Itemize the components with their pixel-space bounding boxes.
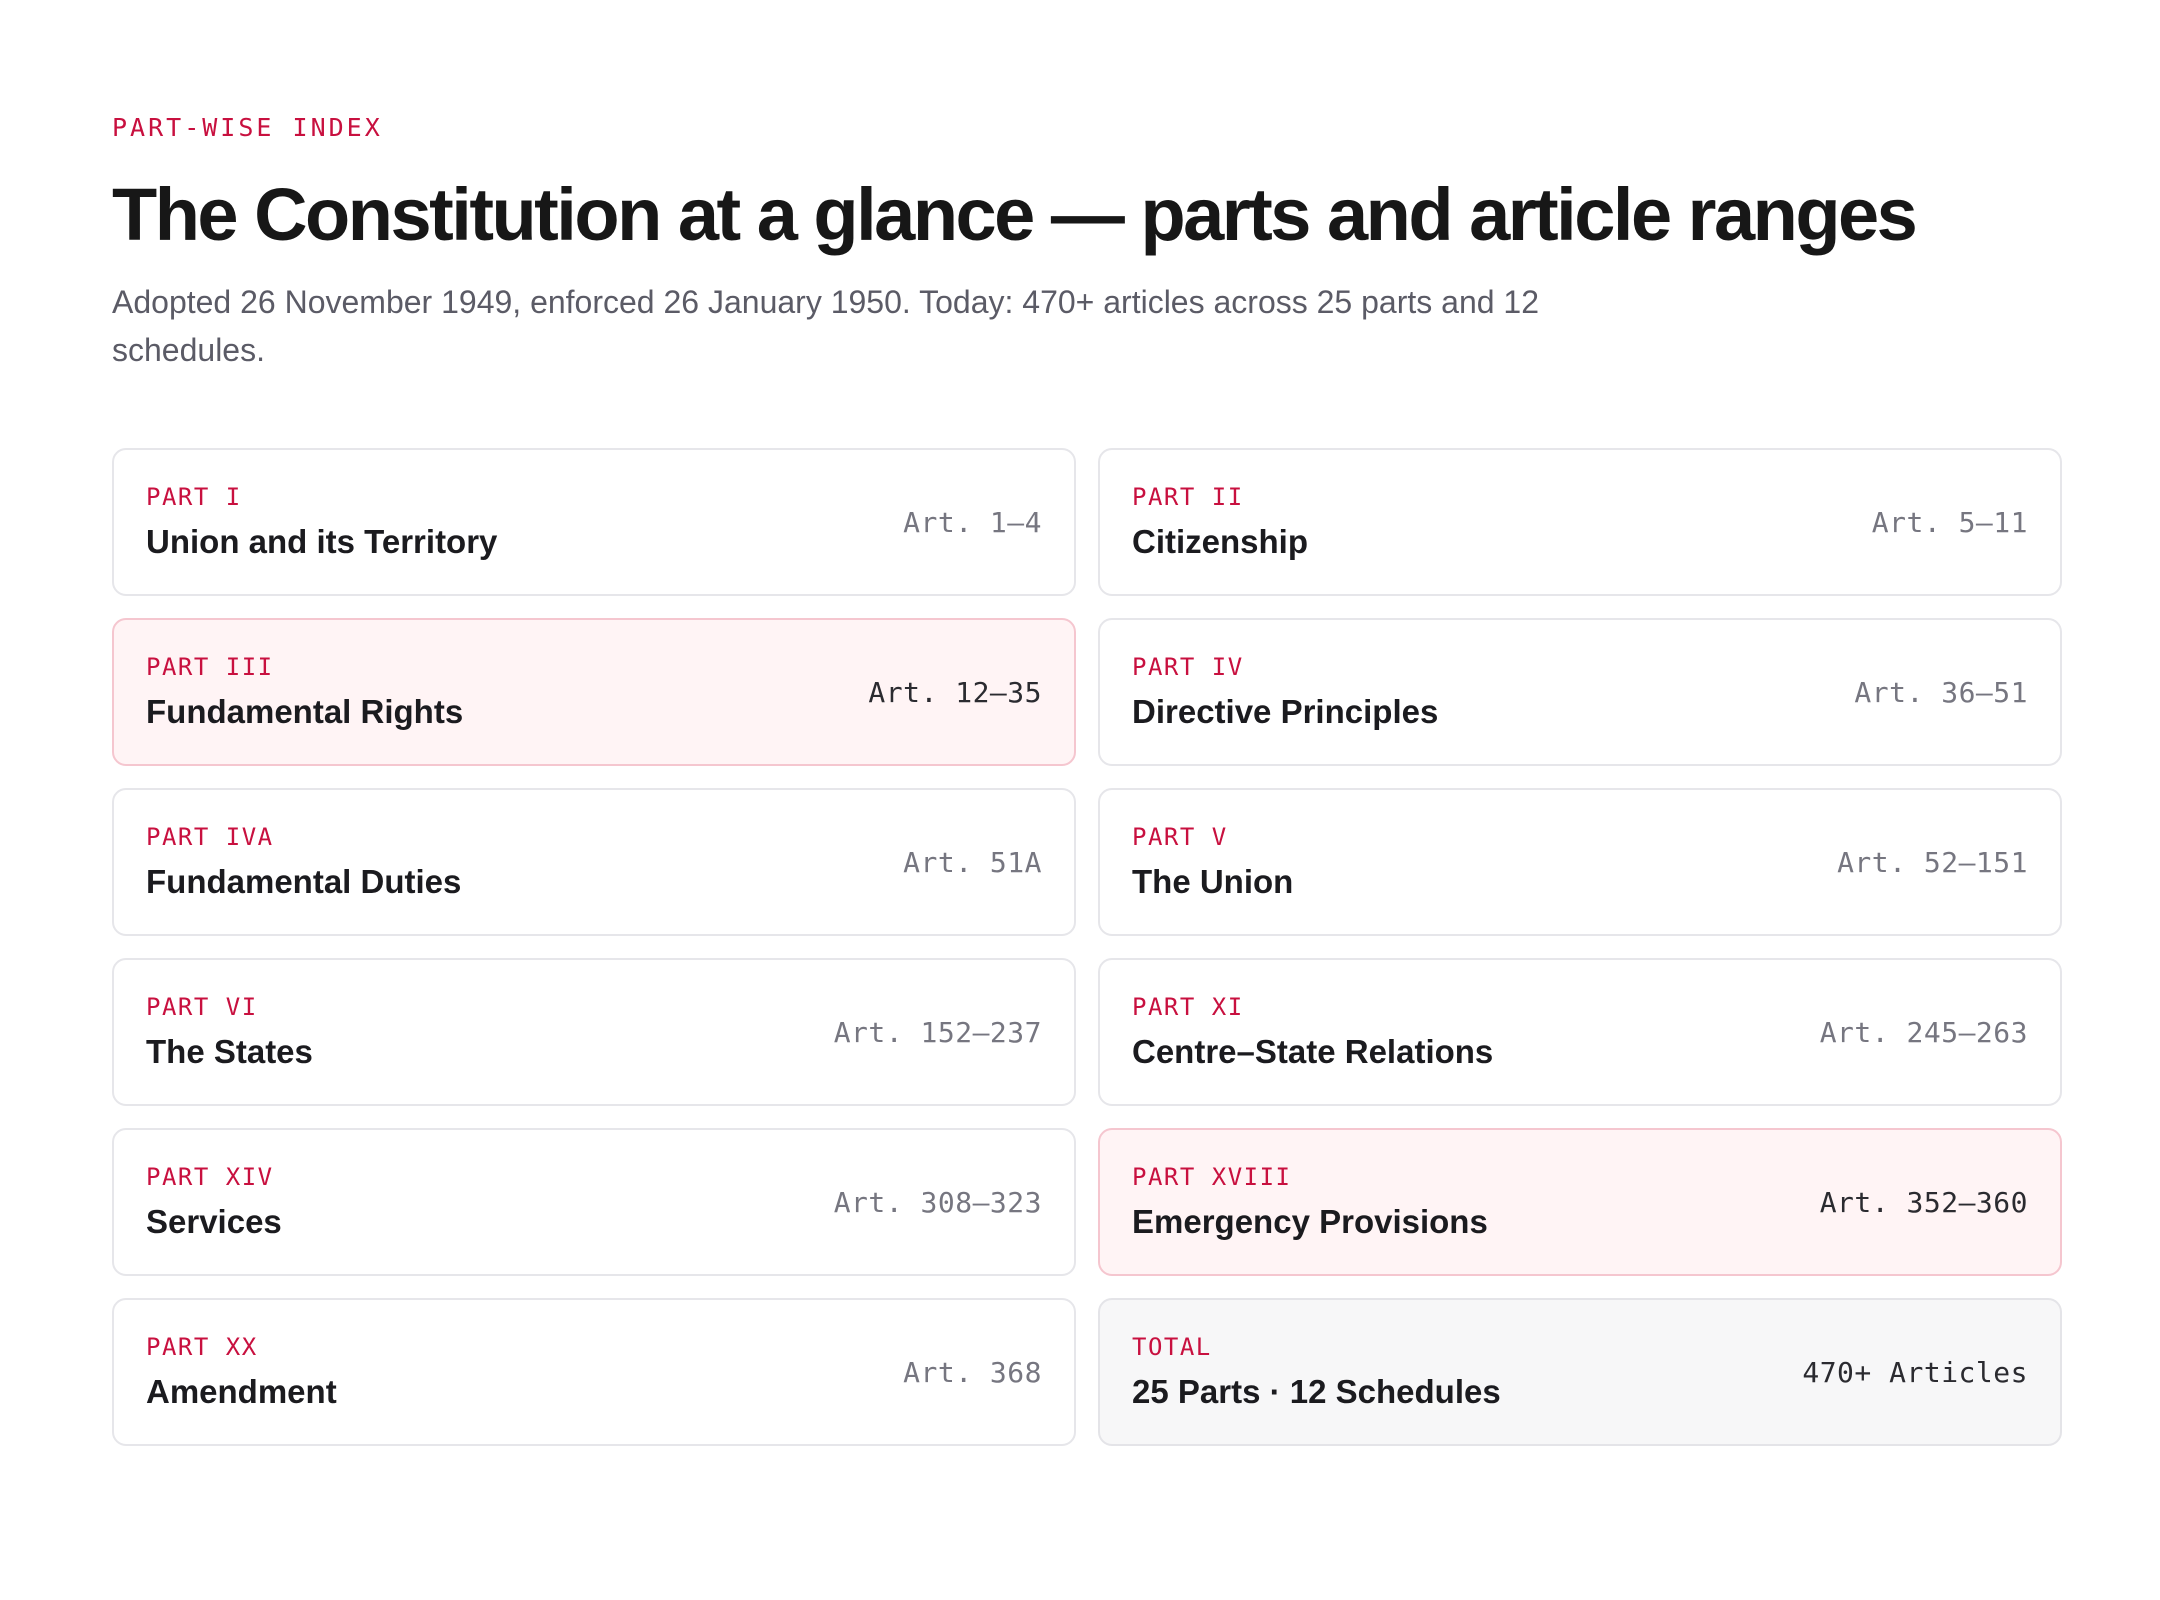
part-label: PART III [146, 653, 274, 681]
part-name: Fundamental Rights [146, 693, 464, 730]
page: PART-WISE INDEX The Constitution at a gl… [112, 112, 2062, 1446]
part-card-text: PART XVIII Emergency Provisions [1132, 1162, 1488, 1242]
part-label: PART IVA [146, 823, 274, 851]
part-card-iva[interactable]: PART IVA Fundamental Duties Art. 51A [112, 788, 1076, 936]
article-range: Art. 52–151 [1837, 845, 2028, 879]
part-name: The Union [1132, 863, 1294, 900]
article-range: Art. 352–360 [1819, 1185, 2028, 1219]
total-summary-card: TOTAL 25 Parts · 12 Schedules 470+ Artic… [1098, 1298, 2062, 1446]
part-card-vi[interactable]: PART VI The States Art. 152–237 [112, 958, 1076, 1106]
article-range: Art. 36–51 [1854, 675, 2028, 709]
part-card-text: PART V The Union [1132, 822, 1293, 902]
eyebrow-label: PART-WISE INDEX [112, 113, 383, 142]
part-label: PART IV [1132, 653, 1244, 681]
part-label: PART VI [146, 993, 258, 1021]
part-card-text: PART IVA Fundamental Duties [146, 822, 461, 902]
article-range: Art. 308–323 [833, 1185, 1042, 1219]
part-name: Amendment [146, 1373, 337, 1410]
part-label: PART XX [146, 1333, 258, 1361]
total-parts-schedules: 25 Parts · 12 Schedules [1132, 1373, 1501, 1410]
part-card-i[interactable]: PART I Union and its Territory Art. 1–4 [112, 448, 1076, 596]
part-card-text: PART IV Directive Principles [1132, 652, 1438, 732]
total-label: TOTAL [1132, 1333, 1212, 1361]
total-articles: 470+ Articles [1802, 1355, 2028, 1389]
part-name: Fundamental Duties [146, 863, 462, 900]
part-card-text: PART II Citizenship [1132, 482, 1308, 562]
part-name: Directive Principles [1132, 693, 1439, 730]
total-card-text: TOTAL 25 Parts · 12 Schedules [1132, 1332, 1501, 1412]
part-label: PART XIV [146, 1163, 274, 1191]
part-label: PART XVIII [1132, 1163, 1292, 1191]
article-range: Art. 368 [903, 1355, 1042, 1389]
part-label: PART V [1132, 823, 1228, 851]
part-name: The States [146, 1033, 313, 1070]
part-card-text: PART XX Amendment [146, 1332, 337, 1412]
part-card-ii[interactable]: PART II Citizenship Art. 5–11 [1098, 448, 2062, 596]
part-name: Citizenship [1132, 523, 1309, 560]
part-label: PART XI [1132, 993, 1244, 1021]
part-name: Union and its Territory [146, 523, 498, 560]
part-label: PART I [146, 483, 242, 511]
article-range: Art. 1–4 [903, 505, 1042, 539]
part-card-text: PART XIV Services [146, 1162, 282, 1242]
part-card-xi[interactable]: PART XI Centre–State Relations Art. 245–… [1098, 958, 2062, 1106]
part-name: Emergency Provisions [1132, 1203, 1488, 1240]
page-subtitle: Adopted 26 November 1949, enforced 26 Ja… [112, 284, 1540, 368]
page-title: The Constitution at a glance — parts and… [112, 173, 1918, 256]
article-range: Art. 245–263 [1819, 1015, 2028, 1049]
part-name: Centre–State Relations [1132, 1033, 1494, 1070]
part-card-iv[interactable]: PART IV Directive Principles Art. 36–51 [1098, 618, 2062, 766]
part-card-v[interactable]: PART V The Union Art. 52–151 [1098, 788, 2062, 936]
part-card-text: PART XI Centre–State Relations [1132, 992, 1493, 1072]
article-range: Art. 12–35 [868, 675, 1042, 709]
article-range: Art. 152–237 [833, 1015, 1042, 1049]
part-label: PART II [1132, 483, 1244, 511]
parts-grid: PART I Union and its Territory Art. 1–4 … [112, 448, 2062, 1446]
part-name: Services [146, 1203, 282, 1240]
part-card-xviii[interactable]: PART XVIII Emergency Provisions Art. 352… [1098, 1128, 2062, 1276]
part-card-xx[interactable]: PART XX Amendment Art. 368 [112, 1298, 1076, 1446]
part-card-text: PART III Fundamental Rights [146, 652, 463, 732]
part-card-text: PART VI The States [146, 992, 313, 1072]
part-card-iii[interactable]: PART III Fundamental Rights Art. 12–35 [112, 618, 1076, 766]
article-range: Art. 5–11 [1871, 505, 2028, 539]
part-card-xiv[interactable]: PART XIV Services Art. 308–323 [112, 1128, 1076, 1276]
part-card-text: PART I Union and its Territory [146, 482, 497, 562]
article-range: Art. 51A [903, 845, 1042, 879]
